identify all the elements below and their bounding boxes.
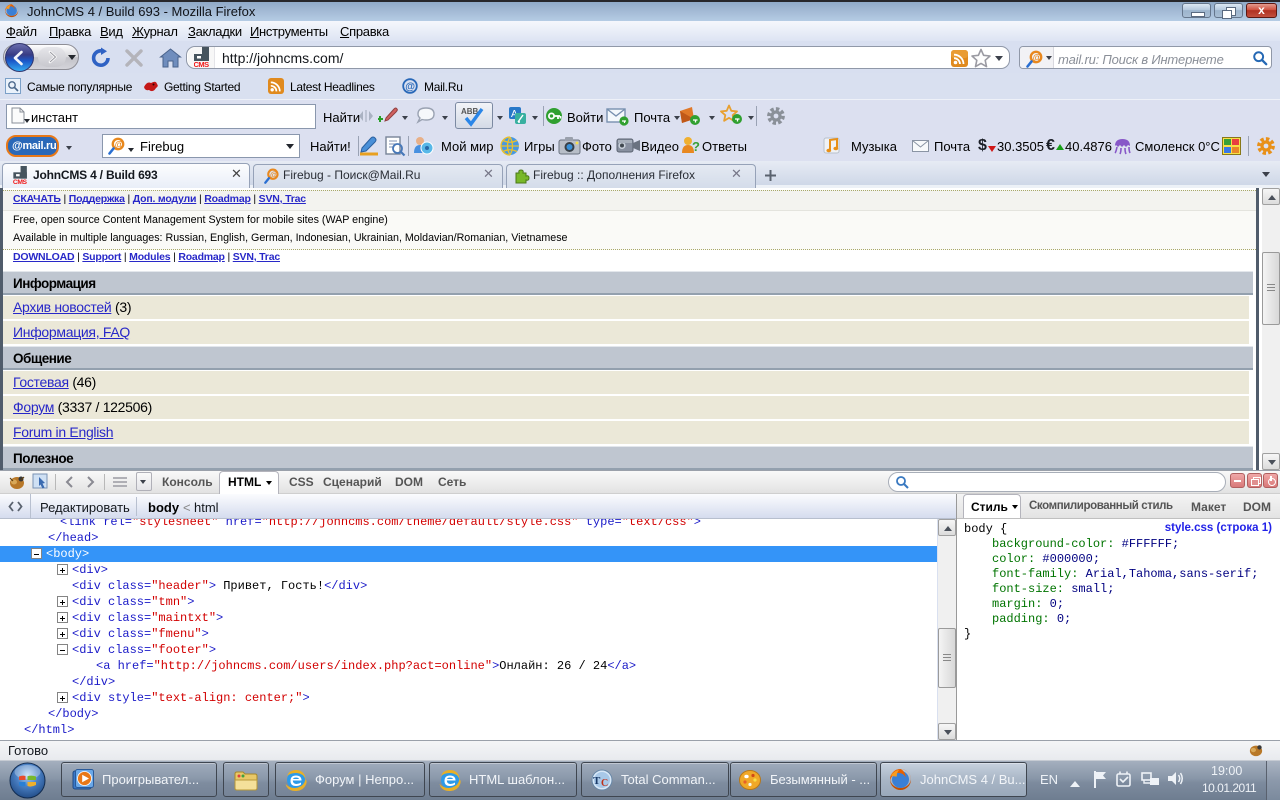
svg-text:@: @ bbox=[270, 170, 278, 179]
svg-text:CMS: CMS bbox=[13, 179, 27, 184]
svg-text:@: @ bbox=[1033, 53, 1042, 63]
svg-text:T: T bbox=[593, 775, 601, 787]
svg-text:@: @ bbox=[405, 82, 415, 93]
svg-text:C: C bbox=[601, 778, 608, 789]
svg-text:CMS: CMS bbox=[194, 60, 209, 67]
svg-text:?: ? bbox=[692, 139, 700, 154]
svg-text:@: @ bbox=[115, 140, 124, 150]
